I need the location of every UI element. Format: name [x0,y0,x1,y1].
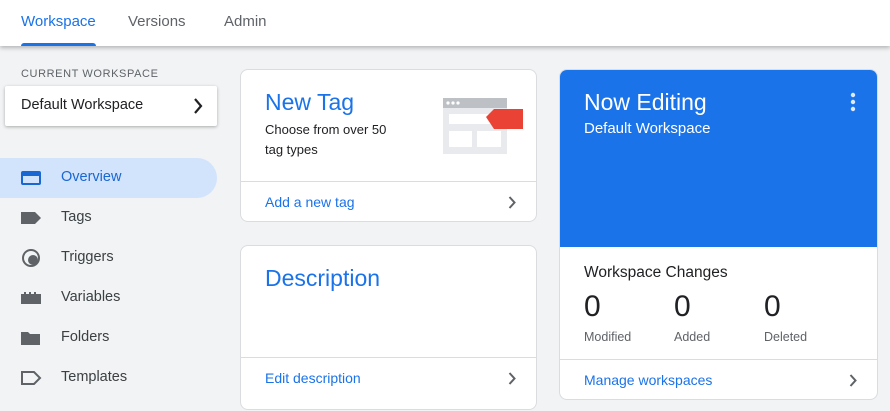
sidebar-item-label: Overview [61,169,122,185]
folder-icon [21,332,40,345]
chevron-right-icon [508,196,516,209]
add-new-tag-link[interactable]: Add a new tag [241,181,536,221]
stat-value: 0 [584,290,601,323]
sidebar-item-triggers[interactable]: Triggers [0,238,217,278]
chevron-right-icon [508,372,516,385]
add-new-tag-label: Add a new tag [265,194,355,210]
tab-workspace[interactable]: Workspace [21,0,96,46]
chevron-right-icon [849,374,857,387]
now-editing-card: Now Editing Default Workspace Workspace … [559,69,878,400]
new-tag-description: Choose from over 50 tag types [265,122,387,157]
sidebar-nav: Overview Tags Triggers Variables Folders… [0,158,217,398]
manage-workspaces-link[interactable]: Manage workspaces [560,359,877,399]
sidebar-item-label: Triggers [61,249,114,265]
description-title: Description [265,265,381,291]
sidebar-item-folders[interactable]: Folders [0,318,217,358]
sidebar-item-label: Folders [61,329,110,345]
stat-modified: 0 Modified [584,289,631,344]
stat-label: Modified [584,330,632,344]
new-tag-title: New Tag [265,89,355,115]
description-card: Description Edit description [240,245,537,410]
template-icon [21,371,42,385]
stat-deleted: 0 Deleted [764,289,807,344]
workspace-changes-title: Workspace Changes [584,264,728,281]
edit-description-link[interactable]: Edit description [241,357,536,397]
edit-description-label: Edit description [265,370,361,386]
sidebar-item-label: Tags [61,209,92,225]
stat-label: Deleted [764,330,808,344]
sidebar-item-variables[interactable]: Variables [0,278,217,318]
now-editing-title: Now Editing [584,89,707,115]
variables-icon [21,292,41,304]
stat-value: 0 [674,290,691,323]
overview-icon [21,171,41,185]
now-editing-header: Now Editing Default Workspace [560,70,877,247]
sidebar-item-overview[interactable]: Overview [0,158,217,198]
workspace-selector[interactable]: Default Workspace [5,86,217,126]
trigger-icon [22,249,40,267]
sidebar-item-templates[interactable]: Templates [0,358,217,398]
sidebar-item-label: Templates [61,369,128,385]
new-tag-card: New Tag Choose from over 50 tag types Ad… [240,69,537,222]
current-workspace-label: CURRENT WORKSPACE [21,68,159,80]
stat-added: 0 Added [674,289,710,344]
stat-label: Added [674,330,711,344]
tab-versions[interactable]: Versions [128,0,186,46]
sidebar-item-tags[interactable]: Tags [0,198,217,238]
sidebar-item-label: Variables [61,289,121,305]
chevron-right-icon [194,98,203,114]
top-tab-bar: Workspace Versions Admin [0,0,890,46]
workspace-name: Default Workspace [21,97,144,113]
tag-icon [21,212,41,224]
more-vert-icon[interactable] [849,92,857,112]
tab-admin[interactable]: Admin [224,0,267,46]
now-editing-workspace: Default Workspace [584,120,711,137]
manage-workspaces-label: Manage workspaces [584,372,713,388]
tag-illustration-icon [443,98,523,154]
stat-value: 0 [764,290,781,323]
